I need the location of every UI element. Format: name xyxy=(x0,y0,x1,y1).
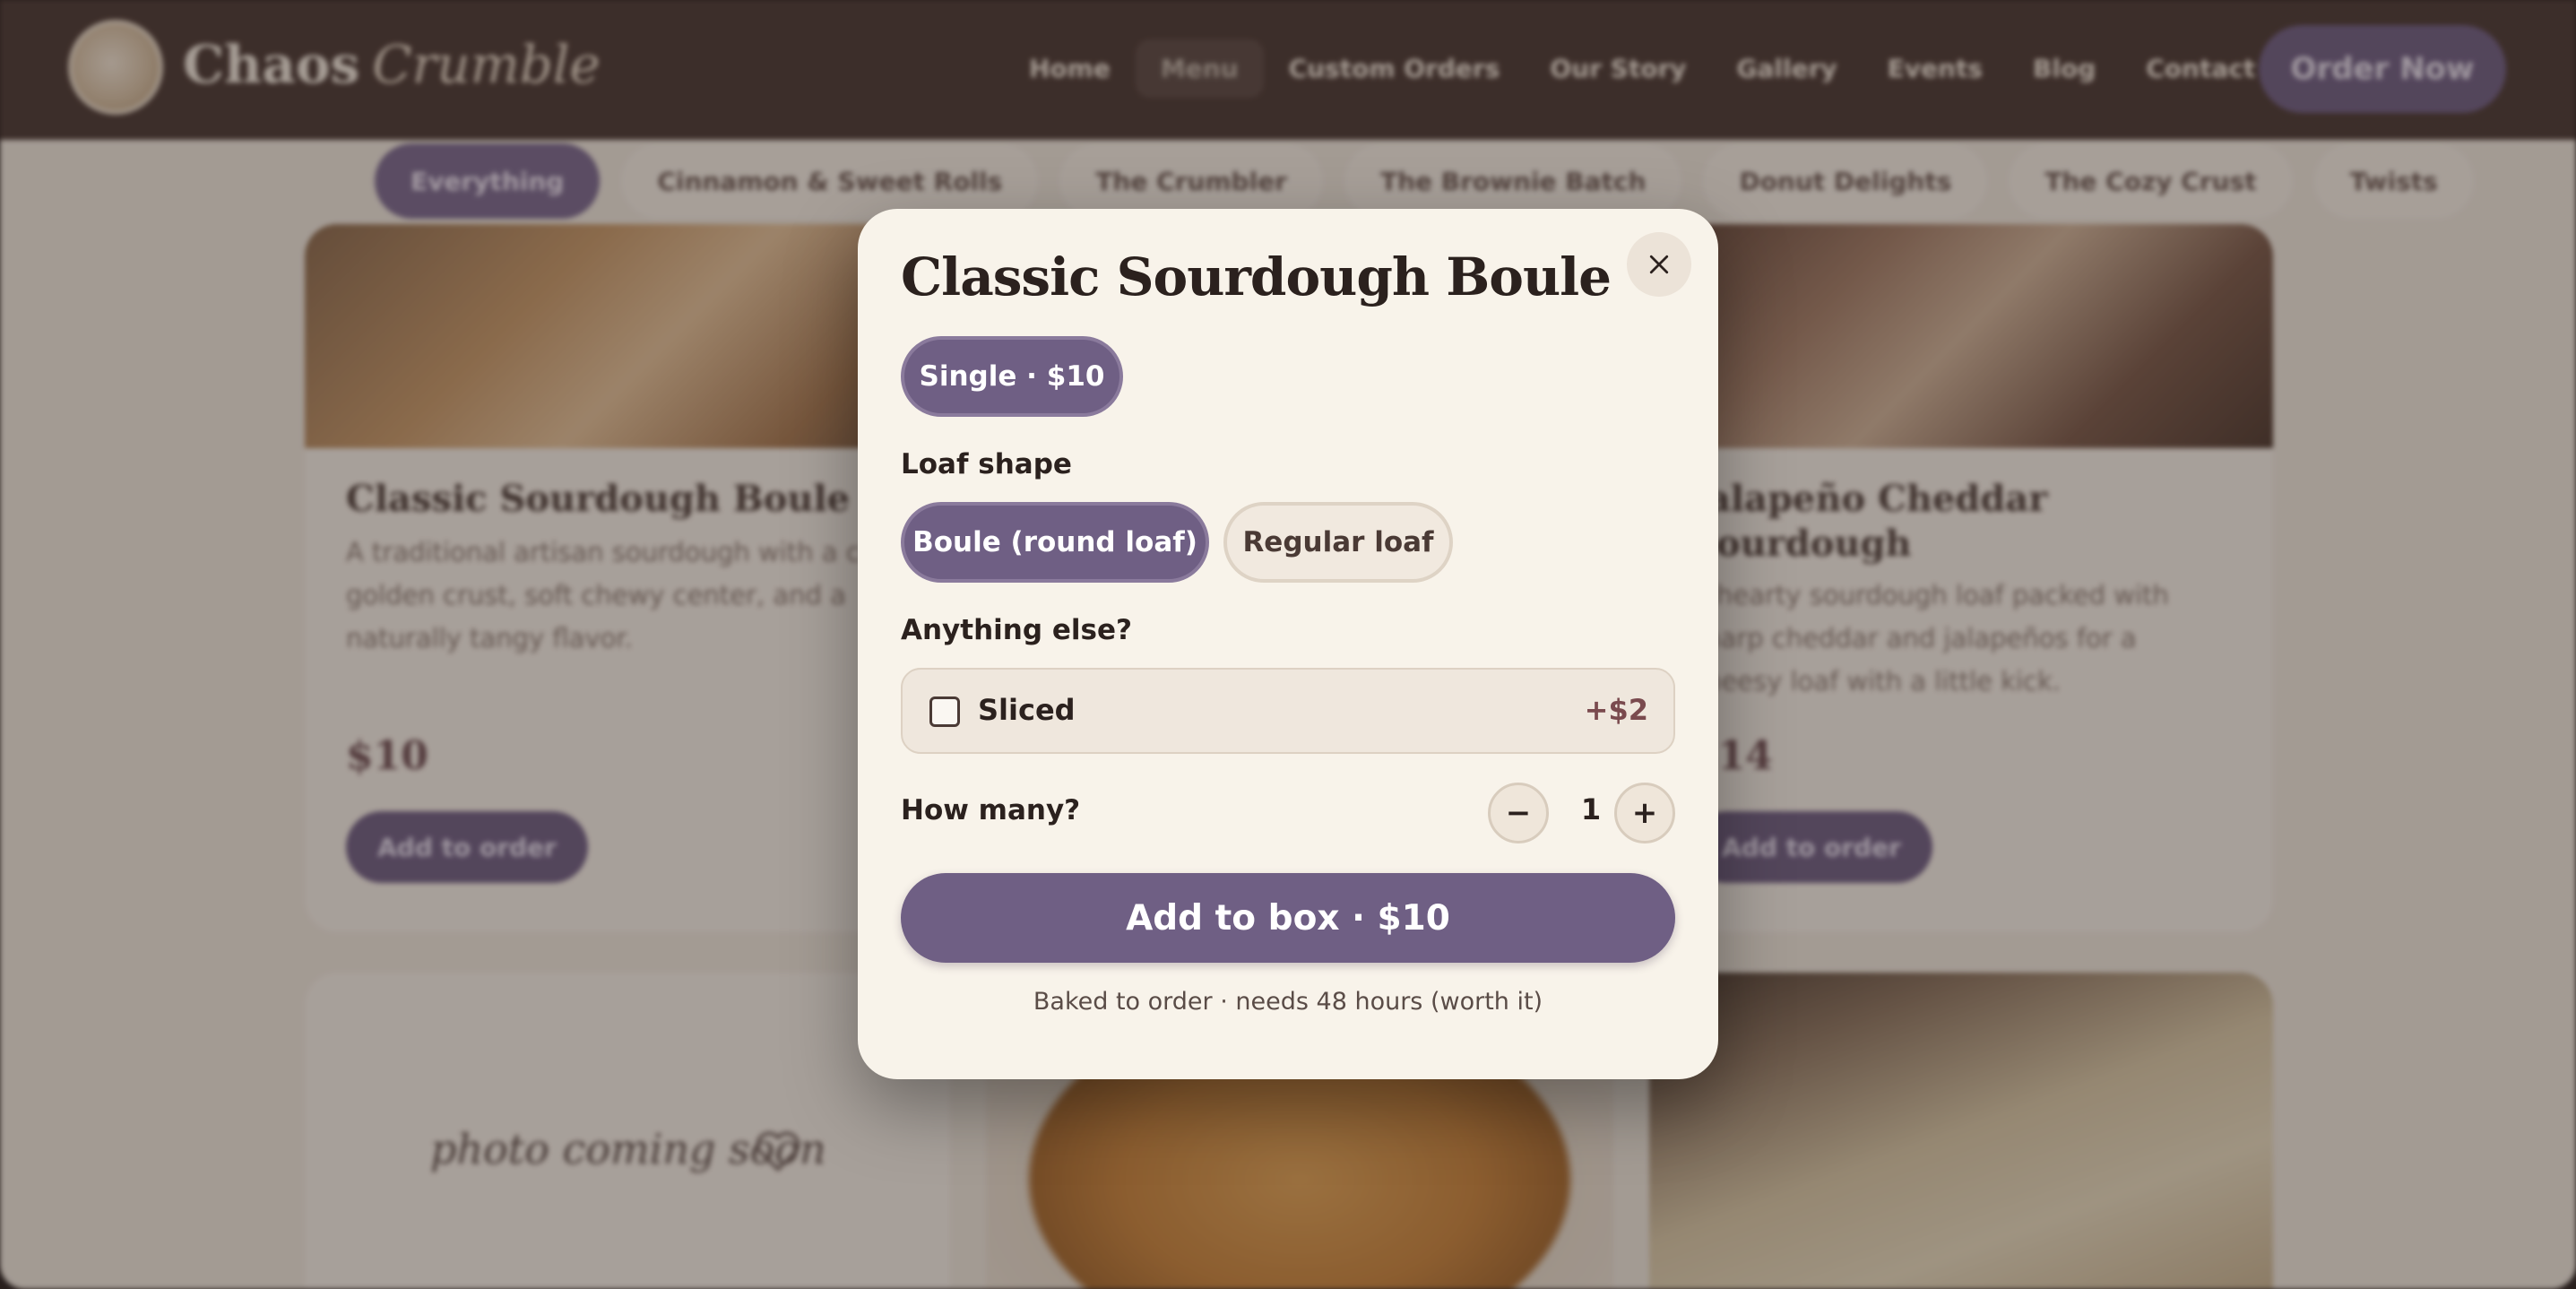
extras-label: Anything else? xyxy=(901,614,1132,646)
loaf-shape-option-regular[interactable]: Regular loaf xyxy=(1223,502,1453,583)
extra-option-sliced[interactable]: Sliced +$2 xyxy=(901,668,1675,754)
sliced-label: Sliced xyxy=(978,693,1076,727)
add-to-box-button[interactable]: Add to box · $10 xyxy=(901,873,1675,963)
close-button[interactable] xyxy=(1627,232,1691,297)
quantity-value: 1 xyxy=(1580,792,1602,826)
minus-icon: − xyxy=(1505,795,1532,831)
product-options-modal: Classic Sourdough Boule Single · $10 Loa… xyxy=(858,209,1718,1079)
size-option-single[interactable]: Single · $10 xyxy=(901,336,1123,417)
plus-icon: + xyxy=(1631,795,1658,831)
sliced-price: +$2 xyxy=(1584,693,1648,727)
quantity-increase-button[interactable]: + xyxy=(1614,783,1675,843)
bake-time-note: Baked to order · needs 48 hours (worth i… xyxy=(1033,988,1543,1016)
sliced-checkbox[interactable] xyxy=(929,696,960,727)
quantity-decrease-button[interactable]: − xyxy=(1488,783,1549,843)
loaf-shape-option-boule[interactable]: Boule (round loaf) xyxy=(901,502,1209,583)
quantity-label: How many? xyxy=(901,794,1081,826)
modal-title: Classic Sourdough Boule xyxy=(901,247,1612,307)
loaf-shape-label: Loaf shape xyxy=(901,448,1072,480)
close-icon xyxy=(1649,255,1669,274)
